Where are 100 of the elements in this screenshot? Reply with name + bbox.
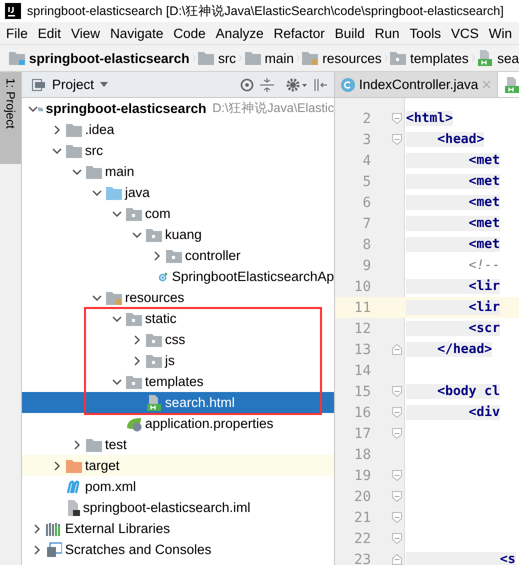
fold-marker-icon[interactable] bbox=[392, 344, 402, 355]
tree-item[interactable]: java bbox=[22, 182, 334, 203]
tree-item[interactable]: springboot-elasticsearch D:\狂神说Java\Elastic bbox=[22, 98, 334, 119]
menu-item[interactable]: Edit bbox=[38, 26, 62, 40]
tree-item[interactable]: application.properties bbox=[22, 413, 334, 434]
tree-item[interactable]: springboot-elasticsearch.iml bbox=[22, 497, 334, 518]
folder-icon bbox=[244, 51, 261, 65]
breadcrumb-item[interactable]: resources bbox=[302, 50, 382, 66]
tree-item[interactable]: pom.xml bbox=[22, 476, 334, 497]
breadcrumb-item[interactable]: templates bbox=[390, 50, 469, 66]
tree-item[interactable]: Scratches and Consoles bbox=[22, 539, 334, 560]
tree-item[interactable]: js bbox=[22, 350, 334, 371]
fold-marker-icon[interactable] bbox=[392, 512, 402, 523]
folder-icon bbox=[126, 374, 142, 388]
tree-item[interactable]: kuang bbox=[22, 224, 334, 245]
tree-item[interactable]: static bbox=[22, 308, 334, 329]
tree-item[interactable]: test bbox=[22, 434, 334, 455]
menu-item[interactable]: Tools bbox=[410, 26, 442, 40]
html-file-icon bbox=[477, 50, 494, 66]
folder-icon bbox=[146, 228, 162, 242]
code-text: <scr bbox=[406, 321, 500, 336]
line-number: 20 bbox=[353, 488, 371, 504]
locate-icon[interactable] bbox=[240, 78, 254, 92]
breadcrumb-item[interactable]: sea bbox=[477, 50, 519, 66]
folder-icon bbox=[390, 51, 406, 65]
scratches-icon bbox=[46, 542, 62, 558]
code-text: <head> bbox=[406, 132, 484, 147]
fold-marker-icon[interactable] bbox=[392, 533, 402, 544]
fold-marker-icon[interactable] bbox=[392, 470, 402, 481]
folder-icon bbox=[86, 164, 102, 178]
tree-item[interactable]: css bbox=[22, 329, 334, 350]
menu-item[interactable]: Analyze bbox=[216, 26, 264, 40]
line-number: 22 bbox=[353, 530, 371, 546]
folder-icon bbox=[198, 51, 214, 65]
code-text: <met bbox=[406, 216, 500, 231]
menu-item[interactable]: Refactor bbox=[274, 26, 325, 40]
tree-item[interactable]: target bbox=[22, 455, 334, 476]
tree-item[interactable]: External Libraries bbox=[22, 518, 334, 539]
folder-icon bbox=[166, 248, 182, 262]
collapse-all-icon[interactable] bbox=[260, 78, 274, 92]
breadcrumb-item[interactable]: src bbox=[198, 50, 236, 66]
line-number: 16 bbox=[353, 404, 371, 420]
line-number: 3 bbox=[362, 132, 371, 148]
menu-item[interactable]: Navigate bbox=[110, 26, 164, 40]
project-tool-tab[interactable]: 1: Project bbox=[0, 72, 21, 164]
tree-item[interactable]: search.html bbox=[22, 392, 334, 413]
menu-item[interactable]: Win bbox=[488, 26, 512, 40]
code-text: <lir bbox=[406, 300, 500, 315]
breadcrumb-item[interactable]: springboot-elasticsearch bbox=[9, 50, 190, 66]
fold-marker-icon[interactable] bbox=[392, 134, 402, 145]
fold-marker-icon[interactable] bbox=[392, 491, 402, 502]
window-title: springboot-elasticsearch [D:\狂神说Java\ElasticSearch\code\springboot-elasticsearch] bbox=[27, 2, 504, 20]
fold-marker-icon[interactable] bbox=[392, 554, 402, 565]
menu-item[interactable]: Code bbox=[173, 26, 206, 40]
line-number: 15 bbox=[353, 384, 371, 400]
tree-item[interactable]: main bbox=[22, 161, 334, 182]
line-number: 14 bbox=[353, 362, 371, 378]
breadcrumb-item[interactable]: main bbox=[244, 50, 294, 66]
tree-item[interactable]: SpringbootElasticsearchAp bbox=[22, 266, 334, 287]
resources-folder-icon bbox=[106, 290, 122, 304]
line-number: 7 bbox=[362, 216, 371, 232]
line-number: 17 bbox=[353, 426, 371, 442]
fold-marker-icon[interactable] bbox=[392, 113, 402, 124]
tree-item[interactable]: src bbox=[22, 140, 334, 161]
menu-item[interactable]: File bbox=[6, 26, 28, 40]
editor-tab[interactable] bbox=[498, 72, 519, 97]
line-number: 8 bbox=[362, 236, 371, 252]
fold-marker-icon[interactable] bbox=[392, 428, 402, 439]
menu-item[interactable]: Build bbox=[334, 26, 365, 40]
tree-item[interactable]: controller bbox=[22, 245, 334, 266]
code-text: <met bbox=[406, 195, 500, 210]
fold-marker-icon[interactable] bbox=[392, 407, 402, 418]
class-icon bbox=[341, 78, 355, 92]
line-number: 10 bbox=[353, 278, 371, 294]
editor-tab[interactable]: IndexController.java bbox=[335, 72, 498, 97]
line-number: 11 bbox=[353, 300, 371, 316]
code-text: <met bbox=[406, 237, 500, 252]
menu-item[interactable]: Run bbox=[374, 26, 400, 40]
tree-item[interactable]: com bbox=[22, 203, 334, 224]
app-logo-icon bbox=[5, 3, 21, 19]
resources-folder-icon bbox=[302, 51, 318, 65]
file-icon bbox=[66, 500, 80, 516]
tree-item[interactable]: templates bbox=[22, 371, 334, 392]
tree-item[interactable]: .idea bbox=[22, 119, 334, 140]
menu-item[interactable]: VCS bbox=[451, 26, 479, 40]
code-text: </head> bbox=[406, 342, 492, 357]
code-text: <html> bbox=[406, 111, 453, 126]
panel-title[interactable]: Project bbox=[52, 77, 94, 92]
code-editor[interactable]: 2 <html> 3 <head> 4 <met 5 <met 6 <met 7 <met 8 <met 9 <!-- 10 <lir 11 <lir 12 <scr 13 </head> 14 15 <body cl 16 <div 17 18 19 20 21 22 23 <s bbox=[335, 98, 519, 565]
folder-icon bbox=[146, 354, 162, 368]
fold-marker-icon[interactable] bbox=[392, 386, 402, 397]
menu-item[interactable]: View bbox=[71, 26, 100, 40]
leaf-icon bbox=[126, 416, 142, 432]
hide-panel-icon[interactable] bbox=[314, 78, 328, 92]
dropdown-caret-icon[interactable] bbox=[100, 82, 108, 87]
settings-icon[interactable] bbox=[286, 78, 308, 92]
code-text: <met bbox=[406, 174, 500, 189]
code-text: <lir bbox=[406, 279, 500, 294]
tree-item[interactable]: resources bbox=[22, 287, 334, 308]
project-path: D:\狂神说Java\Elastic bbox=[212, 100, 334, 117]
